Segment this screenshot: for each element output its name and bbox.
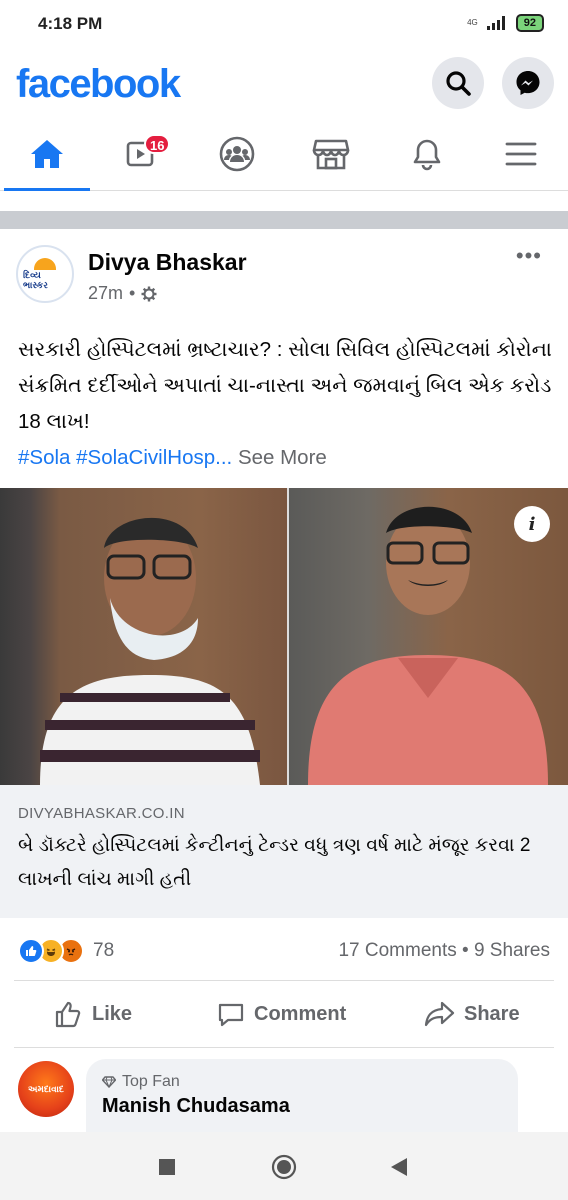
like-label: Like: [92, 1002, 133, 1025]
recents-icon: [159, 1159, 175, 1175]
status-bar: 4:18 PM 4G 92: [0, 0, 568, 50]
battery-indicator: 92: [515, 14, 544, 32]
home-system-button[interactable]: [269, 1152, 299, 1182]
comment-button[interactable]: Comment: [216, 981, 346, 1047]
reactions-summary: 78 17 Comments • 9 Shares: [0, 930, 568, 972]
store-icon: [312, 139, 350, 170]
comments-shares-count[interactable]: 17 Comments • 9 Shares: [338, 940, 550, 962]
feed-separator: [0, 211, 568, 229]
watch-badge: 16: [144, 134, 171, 154]
logo-sun-shape: [34, 258, 56, 270]
commenter-avatar-text: અમદાવાદ: [28, 1083, 64, 1094]
messenger-button[interactable]: [502, 57, 554, 109]
comment-icon: [218, 1003, 244, 1027]
comment-label: Comment: [254, 1002, 347, 1025]
post-body: સરકારી હોસ્પિટલમાં ભ્રષ્ટાચાર? : સોલા સિ…: [18, 332, 554, 476]
top-fan-badge: Top Fan: [102, 1073, 180, 1091]
main-nav: 16: [0, 118, 568, 191]
home-icon: [31, 140, 63, 168]
like-icon: [55, 1001, 81, 1028]
app-header: facebook: [0, 50, 568, 118]
more-options-icon[interactable]: •••: [516, 243, 542, 269]
share-icon: [424, 1001, 455, 1027]
back-icon: [391, 1158, 407, 1176]
reaction-icons[interactable]: [18, 938, 84, 964]
see-more-link[interactable]: See More: [238, 446, 327, 469]
active-tab-indicator: [4, 188, 90, 191]
tab-menu[interactable]: [474, 118, 568, 190]
system-navigation-bar: [0, 1132, 568, 1200]
network-label: 4G: [467, 18, 478, 27]
facebook-logo[interactable]: facebook: [16, 62, 181, 107]
top-fan-label: Top Fan: [122, 1073, 180, 1090]
photo-divider: [287, 488, 289, 785]
post-time[interactable]: 27m: [88, 283, 123, 304]
post-meta: 27m •: [88, 283, 157, 304]
link-preview[interactable]: DIVYABHASKAR.CO.IN બે ડૉક્ટરે હોસ્પિટલમા…: [0, 785, 568, 918]
link-title: બે ડૉક્ટરે હોસ્પિટલમાં કેન્ટીનનું ટેન્ડર…: [18, 835, 531, 890]
photo-left: [0, 488, 288, 785]
page-name[interactable]: Divya Bhaskar: [88, 249, 247, 276]
groups-icon: [219, 136, 255, 172]
tab-home[interactable]: [0, 118, 94, 191]
share-label: Share: [464, 1002, 520, 1025]
diamond-icon: [102, 1076, 116, 1088]
tab-groups[interactable]: [190, 118, 284, 190]
search-button[interactable]: [432, 57, 484, 109]
tab-marketplace[interactable]: [284, 118, 378, 190]
like-button[interactable]: Like: [54, 981, 132, 1047]
post-hashtags[interactable]: #Sola #SolaCivilHosp...: [18, 446, 232, 469]
status-icons: 4G 92: [467, 14, 544, 32]
comment-bubble[interactable]: Top Fan Manish Chudasama: [86, 1059, 518, 1132]
gear-icon: [141, 286, 157, 301]
post-header: દિવ્ય ભાસ્કર Divya Bhaskar 27m • •••: [0, 229, 568, 319]
tab-notifications[interactable]: [380, 118, 474, 190]
status-time: 4:18 PM: [38, 14, 103, 33]
reaction-count[interactable]: 78: [93, 940, 114, 962]
like-reaction-icon: [18, 938, 44, 964]
meta-separator: •: [129, 283, 136, 303]
info-icon[interactable]: i: [514, 506, 550, 542]
share-button[interactable]: Share: [424, 981, 520, 1047]
signal-icon: [486, 16, 505, 30]
recents-button[interactable]: [152, 1152, 182, 1182]
messenger-icon: [516, 71, 540, 95]
person-left-illustration: [40, 517, 260, 785]
page-avatar[interactable]: દિવ્ય ભાસ્કર: [16, 245, 74, 303]
hamburger-icon: [505, 142, 537, 166]
link-domain: DIVYABHASKAR.CO.IN: [18, 805, 185, 822]
post-image[interactable]: i: [0, 488, 568, 785]
search-icon: [446, 71, 471, 96]
post-text: સરકારી હોસ્પિટલમાં ભ્રષ્ટાચાર? : સોલા સિ…: [18, 338, 552, 433]
tab-watch[interactable]: 16: [94, 118, 188, 190]
home-circle-icon: [271, 1154, 297, 1180]
commenter-avatar[interactable]: અમદાવાદ: [18, 1061, 74, 1117]
back-button[interactable]: [384, 1152, 414, 1182]
top-comment: અમદાવાદ Top Fan Manish Chudasama: [0, 1047, 568, 1132]
commenter-name[interactable]: Manish Chudasama: [102, 1095, 290, 1118]
logo-text: દિવ્ય ભાસ્કર: [23, 270, 48, 290]
divya-bhaskar-logo: દિવ્ય ભાસ્કર: [23, 252, 67, 296]
post-action-bar: Like Comment Share: [14, 980, 554, 1048]
bell-icon: [413, 139, 441, 171]
